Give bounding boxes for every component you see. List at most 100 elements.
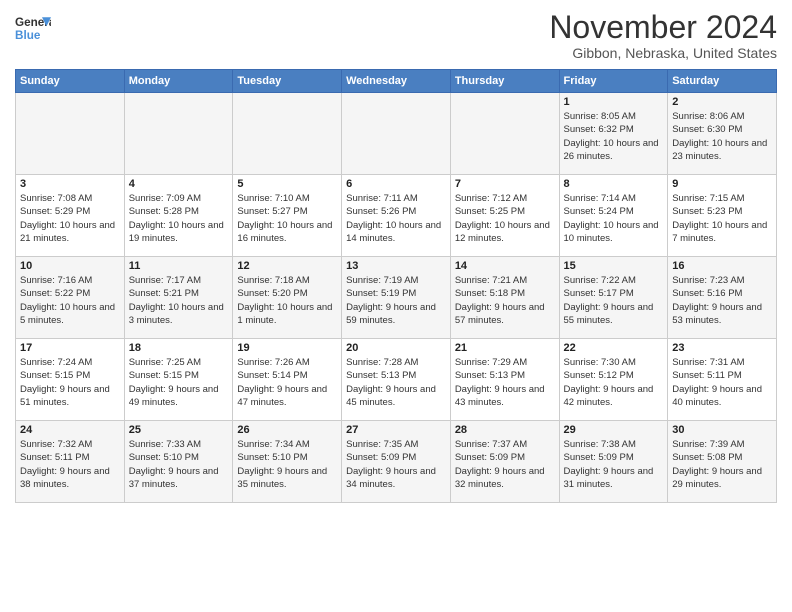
logo-icon: General Blue [15,10,51,46]
day-number: 16 [672,260,772,272]
weekday-header-tuesday: Tuesday [233,70,342,93]
day-number: 29 [564,424,664,436]
header: General Blue November 2024 Gibbon, Nebra… [15,10,777,61]
day-number: 12 [237,260,337,272]
day-info: Sunrise: 7:18 AMSunset: 5:20 PMDaylight:… [237,274,337,327]
day-info: Sunrise: 8:06 AMSunset: 6:30 PMDaylight:… [672,110,772,163]
day-number: 18 [129,342,229,354]
day-number: 2 [672,96,772,108]
day-number: 27 [346,424,446,436]
day-info: Sunrise: 7:17 AMSunset: 5:21 PMDaylight:… [129,274,229,327]
calendar: SundayMondayTuesdayWednesdayThursdayFrid… [15,69,777,503]
weekday-header-friday: Friday [559,70,668,93]
day-info: Sunrise: 7:12 AMSunset: 5:25 PMDaylight:… [455,192,555,245]
calendar-cell: 28 Sunrise: 7:37 AMSunset: 5:09 PMDayligh… [450,421,559,503]
day-number: 22 [564,342,664,354]
day-info: Sunrise: 7:14 AMSunset: 5:24 PMDaylight:… [564,192,664,245]
calendar-cell: 11 Sunrise: 7:17 AMSunset: 5:21 PMDayligh… [124,257,233,339]
calendar-cell: 4Sunrise: 7:09 AMSunset: 5:28 PMDaylight… [124,175,233,257]
calendar-cell [16,93,125,175]
day-info: Sunrise: 7:25 AMSunset: 5:15 PMDaylight:… [129,356,229,409]
calendar-cell: 3Sunrise: 7:08 AMSunset: 5:29 PMDaylight… [16,175,125,257]
day-info: Sunrise: 8:05 AMSunset: 6:32 PMDaylight:… [564,110,664,163]
day-info: Sunrise: 7:29 AMSunset: 5:13 PMDaylight:… [455,356,555,409]
day-number: 30 [672,424,772,436]
calendar-cell: 9Sunrise: 7:15 AMSunset: 5:23 PMDaylight… [668,175,777,257]
page: General Blue November 2024 Gibbon, Nebra… [0,0,792,513]
calendar-cell: 29 Sunrise: 7:38 AMSunset: 5:09 PMDayligh… [559,421,668,503]
day-number: 11 [129,260,229,272]
calendar-cell: 26 Sunrise: 7:34 AMSunset: 5:10 PMDayligh… [233,421,342,503]
weekday-header-thursday: Thursday [450,70,559,93]
day-number: 1 [564,96,664,108]
calendar-cell: 21 Sunrise: 7:29 AMSunset: 5:13 PMDayligh… [450,339,559,421]
day-info: Sunrise: 7:26 AMSunset: 5:14 PMDaylight:… [237,356,337,409]
day-number: 24 [20,424,120,436]
calendar-cell: 22Sunrise: 7:30 AMSunset: 5:12 PMDayligh… [559,339,668,421]
day-info: Sunrise: 7:28 AMSunset: 5:13 PMDaylight:… [346,356,446,409]
day-info: Sunrise: 7:19 AMSunset: 5:19 PMDaylight:… [346,274,446,327]
day-info: Sunrise: 7:32 AMSunset: 5:11 PMDaylight:… [20,438,120,491]
calendar-week-row: 10Sunrise: 7:16 AMSunset: 5:22 PMDayligh… [16,257,777,339]
day-number: 23 [672,342,772,354]
weekday-header-saturday: Saturday [668,70,777,93]
calendar-cell: 20Sunrise: 7:28 AMSunset: 5:13 PMDayligh… [342,339,451,421]
day-number: 19 [237,342,337,354]
svg-text:Blue: Blue [15,29,41,42]
day-number: 25 [129,424,229,436]
day-number: 26 [237,424,337,436]
calendar-cell: 19 Sunrise: 7:26 AMSunset: 5:14 PMDayligh… [233,339,342,421]
day-number: 8 [564,178,664,190]
day-number: 9 [672,178,772,190]
day-number: 17 [20,342,120,354]
calendar-cell: 24 Sunrise: 7:32 AMSunset: 5:11 PMDayligh… [16,421,125,503]
calendar-cell: 16 Sunrise: 7:23 AMSunset: 5:16 PMDayligh… [668,257,777,339]
calendar-cell: 30 Sunrise: 7:39 AMSunset: 5:08 PMDayligh… [668,421,777,503]
day-number: 15 [564,260,664,272]
day-info: Sunrise: 7:39 AMSunset: 5:08 PMDaylight:… [672,438,772,491]
day-info: Sunrise: 7:21 AMSunset: 5:18 PMDaylight:… [455,274,555,327]
calendar-week-row: 3Sunrise: 7:08 AMSunset: 5:29 PMDaylight… [16,175,777,257]
day-number: 13 [346,260,446,272]
day-info: Sunrise: 7:23 AMSunset: 5:16 PMDaylight:… [672,274,772,327]
location: Gibbon, Nebraska, United States [549,45,777,61]
calendar-cell: 7Sunrise: 7:12 AMSunset: 5:25 PMDaylight… [450,175,559,257]
day-info: Sunrise: 7:22 AMSunset: 5:17 PMDaylight:… [564,274,664,327]
day-info: Sunrise: 7:11 AMSunset: 5:26 PMDaylight:… [346,192,446,245]
day-info: Sunrise: 7:10 AMSunset: 5:27 PMDaylight:… [237,192,337,245]
weekday-header-monday: Monday [124,70,233,93]
calendar-cell: 15 Sunrise: 7:22 AMSunset: 5:17 PMDayligh… [559,257,668,339]
day-info: Sunrise: 7:38 AMSunset: 5:09 PMDaylight:… [564,438,664,491]
calendar-cell [233,93,342,175]
calendar-cell: 13 Sunrise: 7:19 AMSunset: 5:19 PMDayligh… [342,257,451,339]
calendar-cell: 8 Sunrise: 7:14 AMSunset: 5:24 PMDaylight… [559,175,668,257]
calendar-cell: 10Sunrise: 7:16 AMSunset: 5:22 PMDayligh… [16,257,125,339]
day-number: 3 [20,178,120,190]
day-info: Sunrise: 7:35 AMSunset: 5:09 PMDaylight:… [346,438,446,491]
title-block: November 2024 Gibbon, Nebraska, United S… [549,10,777,61]
calendar-cell: 1 Sunrise: 8:05 AMSunset: 6:32 PMDaylight… [559,93,668,175]
calendar-cell: 25Sunrise: 7:33 AMSunset: 5:10 PMDayligh… [124,421,233,503]
day-info: Sunrise: 7:37 AMSunset: 5:09 PMDaylight:… [455,438,555,491]
calendar-cell: 27 Sunrise: 7:35 AMSunset: 5:09 PMDayligh… [342,421,451,503]
day-number: 21 [455,342,555,354]
calendar-cell: 6 Sunrise: 7:11 AMSunset: 5:26 PMDaylight… [342,175,451,257]
weekday-header-row: SundayMondayTuesdayWednesdayThursdayFrid… [16,70,777,93]
calendar-week-row: 17 Sunrise: 7:24 AMSunset: 5:15 PMDayligh… [16,339,777,421]
day-info: Sunrise: 7:34 AMSunset: 5:10 PMDaylight:… [237,438,337,491]
calendar-cell: 18 Sunrise: 7:25 AMSunset: 5:15 PMDayligh… [124,339,233,421]
day-number: 28 [455,424,555,436]
calendar-cell [342,93,451,175]
calendar-cell: 5Sunrise: 7:10 AMSunset: 5:27 PMDaylight… [233,175,342,257]
day-info: Sunrise: 7:24 AMSunset: 5:15 PMDaylight:… [20,356,120,409]
weekday-header-wednesday: Wednesday [342,70,451,93]
calendar-cell [124,93,233,175]
calendar-cell: 2 Sunrise: 8:06 AMSunset: 6:30 PMDaylight… [668,93,777,175]
logo: General Blue [15,10,51,46]
day-number: 4 [129,178,229,190]
calendar-cell [450,93,559,175]
weekday-header-sunday: Sunday [16,70,125,93]
day-info: Sunrise: 7:31 AMSunset: 5:11 PMDaylight:… [672,356,772,409]
calendar-cell: 23 Sunrise: 7:31 AMSunset: 5:11 PMDayligh… [668,339,777,421]
day-number: 6 [346,178,446,190]
